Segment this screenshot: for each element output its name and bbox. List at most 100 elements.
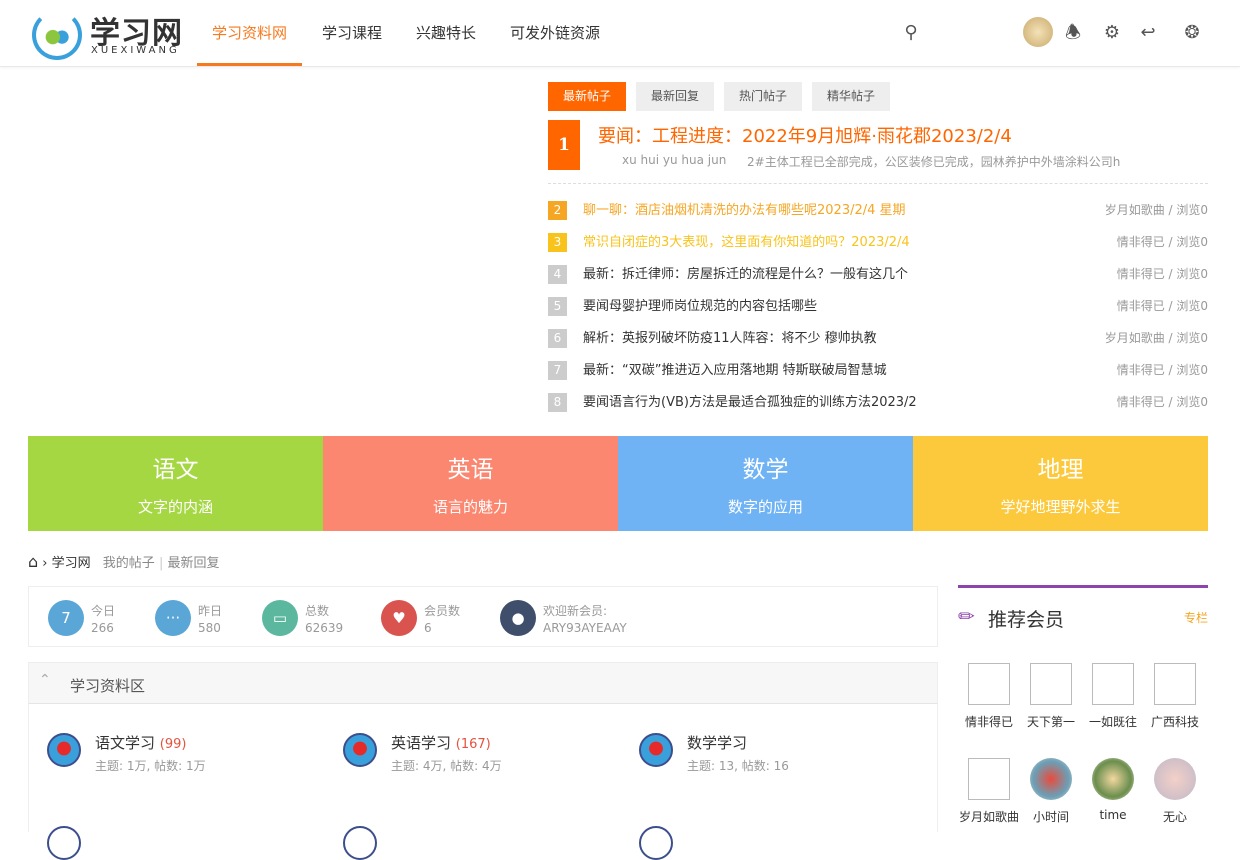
- subject-banner[interactable]: 语文 文字的内涵: [28, 436, 323, 531]
- subject-banner[interactable]: 数学 数字的应用: [618, 436, 913, 531]
- gear-icon[interactable]: ⚙: [1101, 22, 1123, 44]
- post-title[interactable]: 要闻语言行为(VB)方法是最适合孤独症的训练方法2023/2: [583, 393, 917, 412]
- member-avatar[interactable]: [1154, 758, 1196, 800]
- subject-title: 数学: [618, 450, 913, 484]
- member-name[interactable]: 一如既往: [1082, 713, 1144, 730]
- subject-banner[interactable]: 英语 语言的魅力: [323, 436, 618, 531]
- member-name[interactable]: 情非得已: [958, 713, 1020, 730]
- member-item[interactable]: 小时间: [1020, 758, 1082, 825]
- member-item[interactable]: 岁月如歌曲: [958, 758, 1020, 825]
- post-row[interactable]: 8 要闻语言行为(VB)方法是最适合孤独症的训练方法2023/2 情非得已 / …: [548, 393, 1208, 413]
- search-icon[interactable]: ⚲: [900, 22, 922, 44]
- forum-icon: [47, 733, 81, 767]
- tab-featured-posts[interactable]: 精华帖子: [812, 82, 890, 111]
- stat-label: 会员数: [424, 602, 460, 619]
- stat-label: 昨日: [198, 602, 222, 619]
- post-meta: 情非得已 / 浏览0: [1117, 393, 1208, 412]
- subject-subtitle: 语言的魅力: [323, 496, 618, 517]
- rank-badge: 2: [548, 201, 567, 220]
- top-post-description: 2#主体工程已全部完成，公区装修已完成，园林养护中外墙涂料公司h: [747, 153, 1120, 170]
- stat-value: ARY93AYEAAY: [543, 621, 627, 635]
- breadcrumb: ⌂ › 学习网 我的帖子 | 最新回复: [28, 552, 220, 571]
- post-row[interactable]: 5 要闻母婴护理师岗位规范的内容包括哪些 情非得已 / 浏览0: [548, 297, 1208, 317]
- tab-latest-posts[interactable]: 最新帖子: [548, 82, 626, 111]
- post-meta: 情非得已 / 浏览0: [1117, 361, 1208, 380]
- member-name[interactable]: 小时间: [1020, 808, 1082, 825]
- tab-hot-posts[interactable]: 热门帖子: [724, 82, 802, 111]
- post-title[interactable]: 最新：拆迁律师：房屋拆迁的流程是什么？一般有这几个: [583, 265, 908, 284]
- bell-icon[interactable]: 🕭: [1062, 22, 1084, 44]
- member-item[interactable]: 一如既往: [1082, 663, 1144, 730]
- member-name[interactable]: 岁月如歌曲: [958, 808, 1020, 825]
- tab-latest-replies[interactable]: 最新回复: [636, 82, 714, 111]
- member-item[interactable]: 无心: [1144, 758, 1206, 825]
- member-avatar[interactable]: [1092, 758, 1134, 800]
- post-row[interactable]: 4 最新：拆迁律师：房屋拆迁的流程是什么？一般有这几个 情非得已 / 浏览0: [548, 265, 1208, 285]
- shutter-icon[interactable]: ❂: [1181, 22, 1203, 44]
- forum-name[interactable]: 英语学习: [391, 734, 451, 752]
- column-link[interactable]: 专栏: [1184, 609, 1208, 626]
- section-header[interactable]: ⌃ 学习资料区: [28, 662, 938, 704]
- post-title[interactable]: 常识自闭症的3大表现，这里面有你知道的吗？2023/2/4: [583, 233, 910, 252]
- forum-count: (167): [456, 737, 491, 752]
- collapse-icon[interactable]: ⌃: [39, 672, 51, 688]
- member-item[interactable]: 情非得已: [958, 663, 1020, 730]
- member-item[interactable]: 广西科技: [1144, 663, 1206, 730]
- member-avatar[interactable]: [1154, 663, 1196, 705]
- divider: [548, 183, 1208, 184]
- forum-name[interactable]: 数学学习: [687, 734, 747, 752]
- member-avatar[interactable]: [968, 758, 1010, 800]
- post-meta: 情非得已 / 浏览0: [1117, 297, 1208, 316]
- member-name[interactable]: 广西科技: [1144, 713, 1206, 730]
- post-row[interactable]: 6 解析：英报列破坏防疫11人阵容：将不少 穆帅执教 岁月如歌曲 / 浏览0: [548, 329, 1208, 349]
- stat-label: 总数: [305, 602, 329, 619]
- subject-subtitle: 数字的应用: [618, 496, 913, 517]
- rank-badge: 8: [548, 393, 567, 412]
- home-icon[interactable]: ⌂: [28, 552, 38, 571]
- nav-item-courses[interactable]: 学习课程: [307, 0, 397, 66]
- member-name[interactable]: time: [1082, 808, 1144, 822]
- member-item[interactable]: time: [1082, 758, 1144, 822]
- user-avatar[interactable]: [1023, 17, 1053, 47]
- top-post-subtitle: xu hui yu hua jun: [622, 153, 726, 167]
- post-row[interactable]: 2 聊一聊：酒店油烟机清洗的办法有哪些呢2023/2/4 星期 岁月如歌曲 / …: [548, 201, 1208, 221]
- member-avatar[interactable]: [1030, 758, 1072, 800]
- nav-item-interests[interactable]: 兴趣特长: [401, 0, 491, 66]
- nav-item-external-links[interactable]: 可发外链资源: [495, 0, 615, 66]
- top-post-title[interactable]: 要闻：工程进度：2022年9月旭辉·雨花郡2023/2/4: [598, 122, 1012, 148]
- my-posts-link[interactable]: 我的帖子: [103, 556, 155, 571]
- subject-banner[interactable]: 地理 学好地理野外求生: [913, 436, 1208, 531]
- latest-replies-link[interactable]: 最新回复: [167, 556, 219, 571]
- member-item[interactable]: 天下第一: [1020, 663, 1082, 730]
- logout-icon[interactable]: ↩: [1137, 22, 1159, 44]
- member-avatar[interactable]: [968, 663, 1010, 705]
- subject-title: 英语: [323, 450, 618, 484]
- rank-badge: 1: [548, 120, 580, 170]
- logo-icon[interactable]: [32, 10, 82, 60]
- post-title[interactable]: 聊一聊：酒店油烟机清洗的办法有哪些呢2023/2/4 星期: [583, 201, 906, 220]
- post-title[interactable]: 要闻母婴护理师岗位规范的内容包括哪些: [583, 297, 817, 316]
- post-title[interactable]: 解析：英报列破坏防疫11人阵容：将不少 穆帅执教: [583, 329, 877, 348]
- breadcrumb-home[interactable]: 学习网: [52, 556, 91, 571]
- calendar-icon: 7: [48, 600, 84, 636]
- member-avatar[interactable]: [1092, 663, 1134, 705]
- member-avatar[interactable]: [1030, 663, 1072, 705]
- forum-icon: [639, 733, 673, 767]
- forum-stats: 主题: 1万, 帖数: 1万: [95, 757, 206, 774]
- subject-subtitle: 学好地理野外求生: [913, 496, 1208, 517]
- stat-value: 62639: [305, 621, 343, 635]
- member-name[interactable]: 天下第一: [1020, 713, 1082, 730]
- post-row[interactable]: 7 最新：“双碳”推进迈入应用落地期 特斯联破局智慧城 情非得已 / 浏览0: [548, 361, 1208, 381]
- rank-badge: 6: [548, 329, 567, 348]
- forum-count: (99): [160, 737, 187, 752]
- nav-item-study-materials[interactable]: 学习资料网: [197, 0, 302, 66]
- forum-stats: 主题: 13, 帖数: 16: [687, 757, 789, 774]
- sidebar-top-border: [958, 585, 1208, 588]
- post-row[interactable]: 3 常识自闭症的3大表现，这里面有你知道的吗？2023/2/4 情非得已 / 浏…: [548, 233, 1208, 253]
- forum-icon: [639, 826, 673, 860]
- stat-value: 6: [424, 621, 432, 635]
- forum-name[interactable]: 语文学习: [95, 734, 155, 752]
- member-name[interactable]: 无心: [1144, 808, 1206, 825]
- post-title[interactable]: 最新：“双碳”推进迈入应用落地期 特斯联破局智慧城: [583, 361, 887, 380]
- subject-title: 语文: [28, 450, 323, 484]
